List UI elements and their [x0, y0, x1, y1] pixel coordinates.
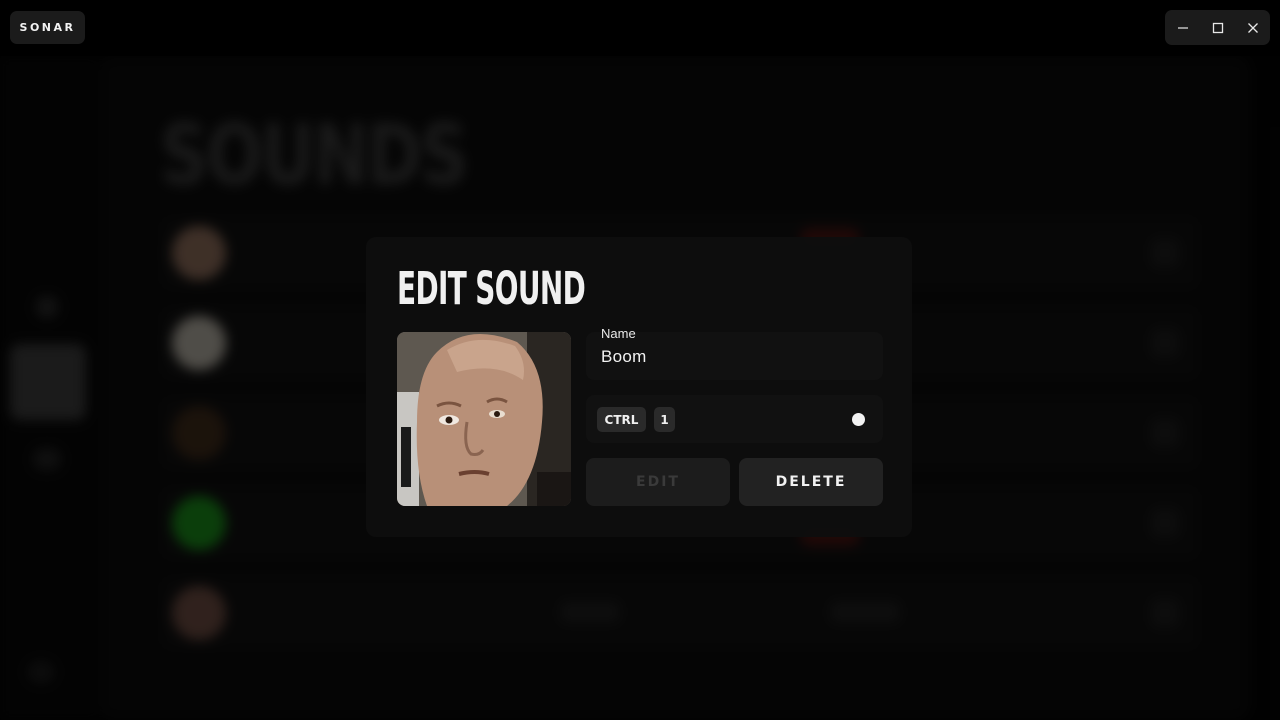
close-button[interactable] [1235, 10, 1270, 45]
maximize-button[interactable] [1200, 10, 1235, 45]
title-bar: SONAR [0, 0, 1280, 56]
minimize-button[interactable] [1165, 10, 1200, 45]
name-label: Name [601, 326, 636, 341]
edit-button[interactable]: EDIT [586, 458, 730, 506]
name-input[interactable]: Boom [601, 347, 647, 367]
close-icon [1247, 22, 1258, 33]
hotkey-key-ctrl: CTRL [597, 407, 646, 432]
minimize-icon [1177, 26, 1188, 29]
hotkey-key-1: 1 [654, 407, 675, 432]
app-name: SONAR [10, 11, 85, 44]
hotkey-field[interactable]: CTRL 1 [586, 395, 883, 443]
sound-thumbnail-image [397, 332, 571, 506]
maximize-icon [1212, 22, 1223, 33]
dialog-title: EDIT SOUND [397, 262, 586, 315]
delete-button[interactable]: DELETE [739, 458, 883, 506]
hotkey-toggle[interactable] [852, 413, 865, 426]
sound-image[interactable] [397, 332, 571, 506]
edit-sound-dialog: EDIT SOUND Name Boom CTRL 1 EDIT DELETE [366, 237, 912, 537]
window-controls [1165, 10, 1270, 45]
name-field[interactable]: Name Boom [586, 326, 883, 380]
